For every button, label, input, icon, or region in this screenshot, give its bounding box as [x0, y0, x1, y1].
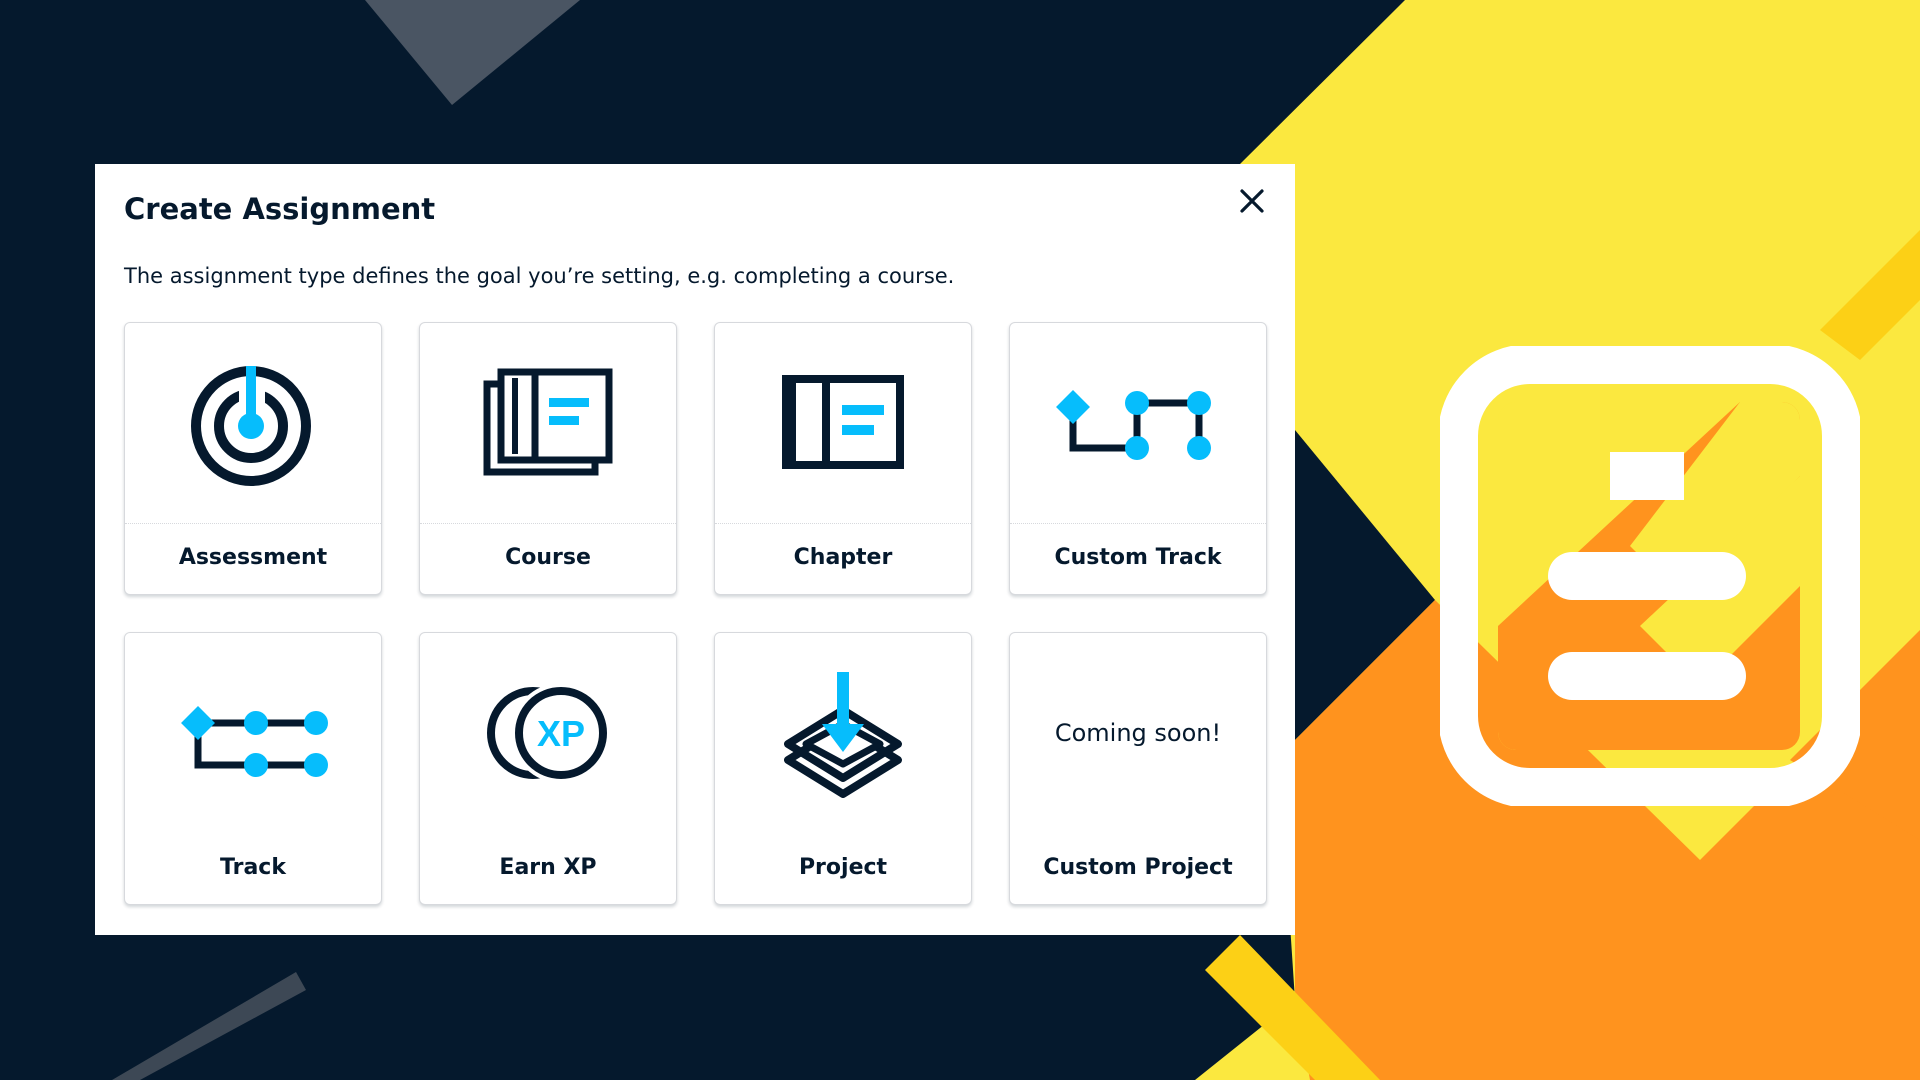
dialog-title: Create Assignment [124, 192, 436, 226]
card-label: Custom Project [1043, 855, 1233, 880]
assessment-target-icon [191, 366, 311, 486]
card-label: Custom Track [1054, 545, 1222, 570]
project-card[interactable]: Project [714, 632, 972, 905]
card-label: Assessment [178, 545, 328, 570]
card-icon-area [420, 323, 676, 523]
card-label: Chapter [793, 545, 893, 570]
card-divider [125, 523, 381, 524]
track-path-icon [181, 706, 328, 777]
course-card[interactable]: Course [419, 322, 677, 595]
dialog-description: The assignment type defines the goal you… [124, 264, 955, 288]
custom-project-card[interactable]: Coming soon! Custom Project [1009, 632, 1267, 905]
card-divider [420, 523, 676, 524]
chapter-book-icon [782, 375, 904, 469]
earn-xp-card[interactable]: XP Earn XP [419, 632, 677, 905]
card-label: Course [505, 545, 591, 570]
card-divider [715, 523, 971, 524]
close-icon [1240, 189, 1264, 213]
create-assignment-dialog: Create Assignment The assignment type de… [95, 164, 1295, 935]
chapter-card[interactable]: Chapter [714, 322, 972, 595]
card-label: Earn XP [499, 855, 597, 880]
course-book-icon [483, 368, 613, 476]
project-layers-icon [784, 672, 902, 798]
card-icon-area [125, 323, 381, 523]
assignment-document-logo-icon [1440, 346, 1860, 806]
card-icon-area [125, 633, 381, 833]
custom-track-path-icon [1056, 390, 1211, 460]
card-icon-area: XP [420, 633, 676, 833]
card-icon-area [715, 633, 971, 833]
card-icon-area [715, 323, 971, 523]
assignment-type-grid: Assessment Course Chapter Custom Track T… [124, 322, 1267, 905]
xp-coins-icon: XP [487, 683, 611, 783]
card-divider [1010, 523, 1266, 524]
card-label: Track [220, 855, 286, 880]
card-icon-area: Coming soon! [1010, 633, 1266, 833]
card-label: Project [798, 855, 888, 880]
custom-track-card[interactable]: Custom Track [1009, 322, 1267, 595]
xp-text: XP [537, 713, 585, 754]
close-button[interactable] [1231, 180, 1273, 222]
track-card[interactable]: Track [124, 632, 382, 905]
assessment-card[interactable]: Assessment [124, 322, 382, 595]
card-icon-area [1010, 323, 1266, 523]
coming-soon-text: Coming soon! [1054, 719, 1222, 747]
